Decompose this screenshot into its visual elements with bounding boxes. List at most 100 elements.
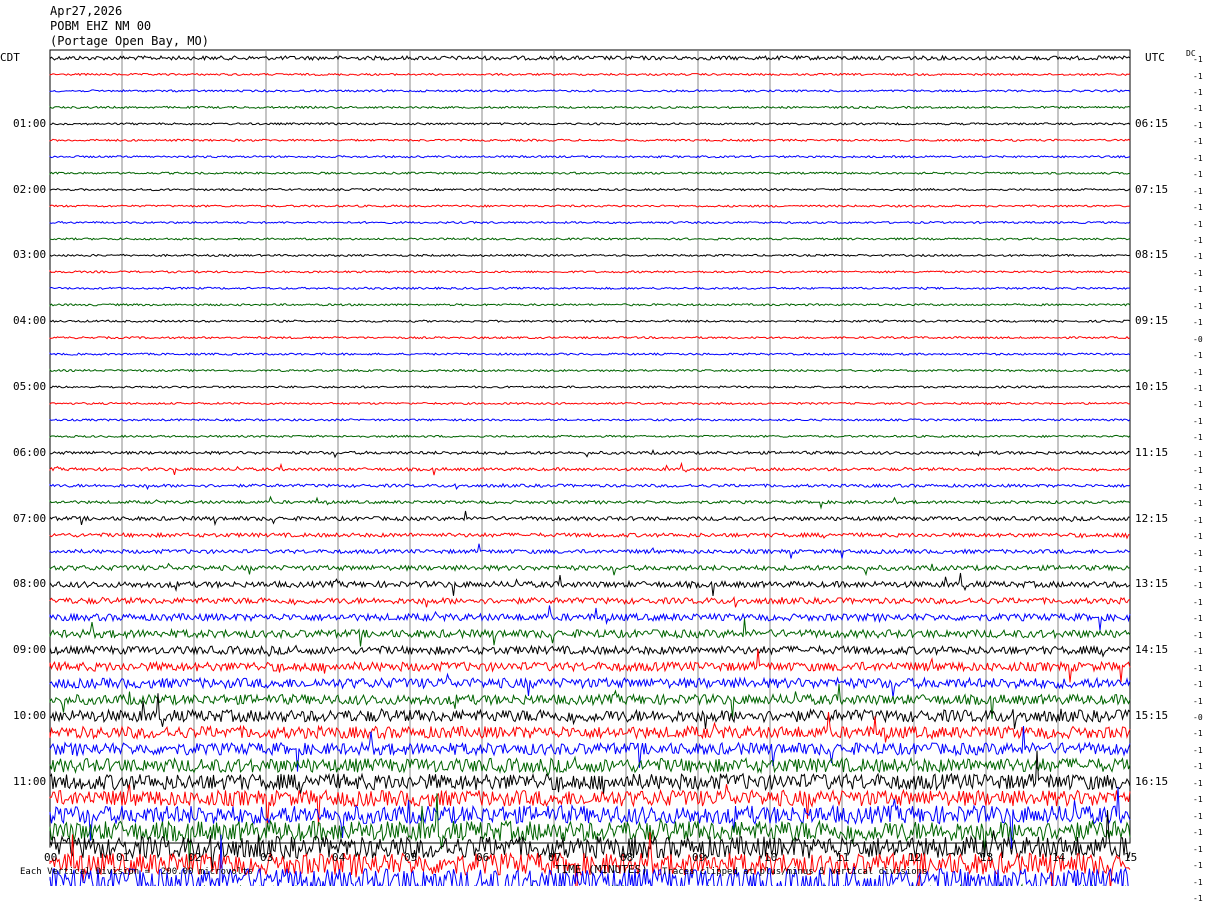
seismic-trace	[49, 784, 1131, 827]
right-hour-label: 12:15	[1135, 511, 1169, 525]
seismic-trace	[49, 269, 1131, 274]
x-tick-label: 05	[404, 851, 418, 864]
seismic-trace	[49, 385, 1131, 389]
footer-scale-note: Each Vertical Division = 200.00 microvol…	[20, 867, 253, 877]
dc-offset-value: -1	[1193, 400, 1203, 410]
dc-offset-value: -0	[1193, 713, 1203, 722]
seismic-trace	[49, 750, 1131, 795]
right-hour-label: 13:15	[1135, 577, 1169, 591]
seismic-trace	[49, 187, 1131, 192]
dc-offset-value: -1	[1193, 170, 1203, 180]
dc-offset-value: -1	[1193, 351, 1203, 361]
dc-offset-value: -1	[1193, 433, 1203, 443]
x-tick-label: 15	[1124, 851, 1138, 864]
seismogram-plot	[49, 49, 1131, 886]
dc-offset-value: -1	[1193, 301, 1203, 311]
seismic-trace	[49, 543, 1131, 559]
dc-offset-value: -1	[1193, 318, 1203, 328]
x-tick-label: 04	[332, 851, 346, 864]
dc-offset-value: -0	[1193, 334, 1203, 344]
seismic-trace	[49, 122, 1131, 126]
seismic-trace	[49, 253, 1131, 258]
x-tick-label: 00	[44, 851, 58, 864]
seismic-trace	[49, 138, 1131, 142]
seismic-trace	[49, 303, 1131, 307]
seismic-trace	[49, 810, 1131, 872]
dc-offset-value: -1	[1193, 499, 1203, 509]
seismic-trace	[49, 54, 1131, 62]
x-axis-label: TIME (MINUTES)	[555, 863, 648, 876]
dc-offset-value: -1	[1193, 861, 1203, 870]
dc-offset-value: -1	[1193, 729, 1203, 739]
right-hour-label: 08:15	[1135, 248, 1169, 262]
seismic-trace	[49, 319, 1131, 324]
seismic-trace	[49, 171, 1131, 176]
dc-offset-value: -1	[1193, 515, 1203, 525]
dc-offset-value: -1	[1193, 153, 1203, 163]
seismic-trace	[49, 618, 1131, 647]
dc-offset-value: -1	[1193, 384, 1203, 393]
seismic-trace	[49, 605, 1131, 631]
seismic-trace	[49, 461, 1131, 476]
x-tick-label: 12	[908, 851, 922, 864]
dc-offset-value: -1	[1193, 186, 1203, 196]
dc-offset-value: -1	[1193, 828, 1203, 838]
dc-offset-value: -1	[1193, 795, 1203, 805]
seismic-trace	[49, 237, 1131, 241]
dc-offset-value: -1	[1193, 252, 1203, 262]
dc-offset-value: -1	[1193, 219, 1203, 229]
footer-clip-note: Traces clipped at plus/minus 5 vertical …	[662, 867, 928, 877]
left-hour-label: 05:00	[13, 380, 47, 393]
seismic-trace	[49, 562, 1131, 577]
dc-offset-value: -1	[1193, 449, 1203, 459]
x-tick-label: 10	[764, 851, 778, 864]
dc-offset-value: -1	[1193, 482, 1203, 492]
x-tick-label: 11	[836, 851, 850, 864]
seismic-trace	[49, 793, 1131, 870]
seismic-trace	[49, 684, 1131, 719]
dc-offset-value: -1	[1193, 844, 1203, 854]
right-hour-label: 06:15	[1135, 116, 1169, 130]
dc-offset-value: -1	[1193, 104, 1203, 114]
left-hour-label: 02:00	[13, 182, 47, 196]
dc-offset-value: -1	[1193, 647, 1203, 657]
x-tick-label: 03	[260, 851, 274, 864]
right-hour-label: 09:15	[1135, 314, 1169, 328]
seismic-trace	[49, 482, 1131, 491]
seismic-trace	[49, 368, 1130, 373]
dc-offset-value: -1	[1193, 71, 1203, 81]
dc-offset-value: -1	[1193, 55, 1203, 64]
seismic-trace	[49, 352, 1131, 356]
dc-offset-value: -1	[1193, 416, 1203, 426]
right-hour-label: 14:15	[1135, 643, 1169, 657]
dc-offset-value: -1	[1193, 532, 1203, 541]
dc-offset-value: -1	[1193, 120, 1203, 130]
right-hour-label: 10:15	[1135, 380, 1169, 393]
seismic-trace	[49, 434, 1131, 439]
right-hour-label: 07:15	[1135, 182, 1169, 196]
dc-offset-value: -1	[1193, 811, 1203, 821]
left-hour-label: 03:00	[13, 248, 47, 262]
right-hour-label: 15:15	[1135, 709, 1169, 722]
seismic-trace	[49, 418, 1131, 422]
right-hour-label: 11:15	[1135, 445, 1169, 459]
dc-offset-value: -1	[1193, 762, 1203, 772]
left-hour-label: 01:00	[13, 116, 47, 130]
seismic-trace	[49, 644, 1131, 658]
seismic-trace	[49, 449, 1131, 459]
x-tick-label: 14	[1052, 851, 1066, 864]
plot-frame	[49, 49, 1131, 844]
seismic-trace	[49, 672, 1131, 698]
dc-offset-value: -1	[1193, 285, 1203, 295]
dc-offset-value: -1	[1193, 466, 1203, 476]
seismic-trace	[49, 572, 1131, 597]
seismic-trace	[49, 531, 1130, 540]
dc-offset-value: -1	[1193, 235, 1203, 245]
dc-offset-value: -1	[1193, 663, 1203, 673]
left-hour-label: 06:00	[13, 445, 47, 459]
left-hour-label: 08:00	[13, 577, 47, 591]
x-tick-label: 06	[476, 851, 490, 864]
seismic-trace	[49, 204, 1131, 208]
dc-offset-value: -1	[1193, 137, 1203, 147]
dc-offset-value: -1	[1193, 778, 1203, 788]
